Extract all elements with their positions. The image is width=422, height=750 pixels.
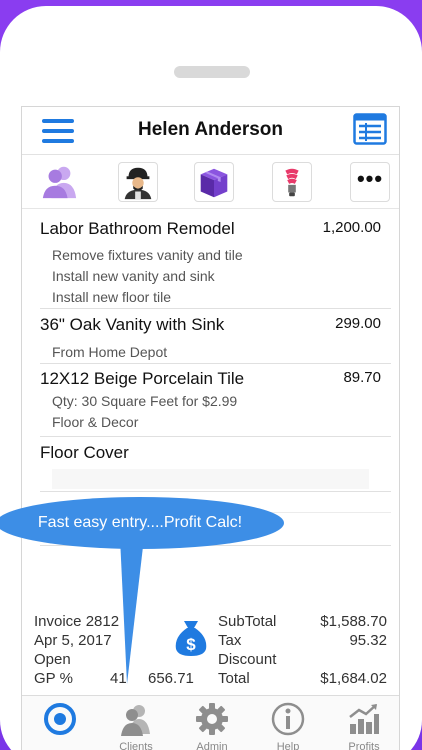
tab-label: Clients	[119, 741, 153, 750]
box-icon[interactable]	[194, 162, 234, 202]
item-name: 36" Oak Vanity with Sink	[40, 315, 225, 334]
tab-clients[interactable]: Clients	[106, 696, 166, 750]
item-detail: Install new vanity and sink	[52, 268, 215, 284]
total-label: Total	[218, 670, 250, 687]
item-name: Floor Cover	[40, 443, 129, 462]
tab-label: Admin	[196, 741, 228, 750]
money-bag-icon[interactable]: $	[172, 617, 210, 657]
invoice-summary: Invoice 2812 Apr 5, 2017 Open GP % 41 65…	[22, 609, 399, 695]
lightbulb-icon[interactable]	[272, 162, 312, 202]
app-screen: Helen Anderson ••• Labor Bathroom Remode…	[21, 106, 400, 750]
line-item[interactable]: 12X12 Beige Porcelain Tile 89.70 Qty: 30…	[22, 364, 399, 436]
item-detail: Qty: 30 Square Feet for $2.99	[52, 393, 238, 409]
tab-bar: Clients Admin Help Profits	[22, 695, 399, 750]
tab-profits[interactable]: Profits	[334, 696, 394, 750]
item-type-toolbar: •••	[22, 155, 399, 209]
profits-chart-icon	[349, 704, 379, 734]
tab-help[interactable]: Help	[258, 696, 318, 750]
line-item[interactable]: Floor Cover	[22, 437, 399, 492]
subtotal-label: SubTotal	[218, 613, 277, 630]
line-item[interactable]: 36" Oak Vanity with Sink 299.00 From Hom…	[22, 309, 399, 364]
invoice-status: Open	[34, 651, 71, 668]
navigation-bar: Helen Anderson	[22, 107, 399, 155]
callout-pointer	[120, 538, 144, 684]
discount-label: Discount	[218, 651, 277, 668]
tab-invoice[interactable]	[30, 696, 90, 750]
tax-label: Tax	[218, 632, 242, 649]
gear-icon	[196, 703, 228, 735]
clients-icon	[121, 705, 150, 736]
invoice-number: Invoice 2812	[34, 613, 120, 630]
item-amount: 1,200.00	[322, 219, 381, 236]
item-name: 12X12 Beige Porcelain Tile	[40, 369, 245, 388]
tab-label: Profits	[348, 741, 380, 750]
line-item[interactable]: Labor Bathroom Remodel 1,200.00 Remove f…	[22, 209, 399, 307]
speaker-grille	[174, 66, 250, 78]
item-amount: 89.70	[343, 369, 381, 386]
tab-label: Help	[276, 741, 300, 750]
svg-text:$: $	[186, 635, 196, 654]
client-icon[interactable]	[40, 162, 80, 202]
subtotal-value: $1,588.70	[320, 613, 387, 630]
tax-value: 95.32	[349, 632, 387, 649]
tab-admin[interactable]: Admin	[182, 696, 242, 750]
target-icon	[44, 703, 76, 735]
more-icon[interactable]: •••	[350, 162, 390, 202]
info-icon	[271, 702, 305, 736]
item-detail: Remove fixtures vanity and tile	[52, 247, 243, 263]
gp-amount: 656.71	[148, 670, 194, 687]
item-detail: Install new floor tile	[52, 289, 172, 305]
invoice-date: Apr 5, 2017	[34, 632, 112, 649]
item-detail: From Home Depot	[52, 344, 168, 360]
item-name: Labor Bathroom Remodel	[40, 219, 235, 238]
empty-detail-row	[52, 469, 369, 489]
page-title: Helen Anderson	[138, 119, 283, 140]
callout-bubble: Fast easy entry....Profit Calc!	[0, 497, 284, 549]
gp-label: GP %	[34, 670, 73, 687]
item-amount: 299.00	[335, 315, 381, 332]
item-detail: Floor & Decor	[52, 414, 139, 430]
divider	[40, 491, 391, 492]
total-value: $1,684.02	[320, 670, 387, 687]
invoice-list-icon[interactable]	[353, 113, 387, 145]
worker-icon[interactable]	[118, 162, 158, 202]
